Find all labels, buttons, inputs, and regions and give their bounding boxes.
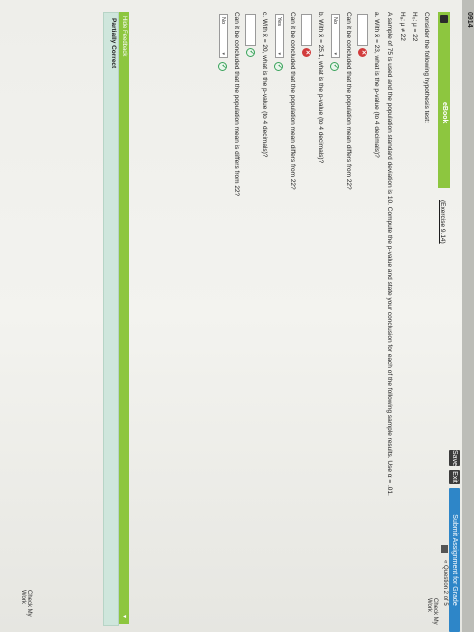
hide-feedback-label: Hide Feedback <box>121 16 127 57</box>
null-hypothesis: H₀: μ = 22 <box>411 12 418 42</box>
correct-icon: ✓ <box>246 48 255 57</box>
part-c-pvalue-input[interactable] <box>245 14 256 46</box>
submit-assignment-button[interactable]: Submit Assignment for Grade <box>449 488 460 632</box>
incorrect-icon: ✕ <box>358 48 367 57</box>
alt-hypothesis: Hₐ: μ ≠ 22 <box>399 12 406 41</box>
exercise-link[interactable]: (Exercise 9.14) <box>439 200 446 244</box>
question-nav[interactable]: « Question 2 of 5 <box>442 560 448 606</box>
screen-photo: 0914 Save Exit Submit Assignment for Gra… <box>0 0 474 632</box>
chevron-down-icon: ▾ <box>220 52 226 55</box>
save-button[interactable]: Save <box>449 450 460 466</box>
ebook-bar[interactable]: eBook <box>438 12 450 188</box>
top-bezel: 0914 <box>462 0 474 632</box>
incorrect-icon: ✕ <box>302 48 311 57</box>
chevron-down-icon: ▾ <box>332 52 338 55</box>
part-c-conclusion-value: No <box>220 17 226 25</box>
chevron-down-icon: ▾ <box>121 614 127 618</box>
correct-icon: ✓ <box>218 62 227 71</box>
part-a-pvalue-input[interactable] <box>357 14 368 46</box>
problem-setup: A sample of 75 is used and the populatio… <box>386 12 393 496</box>
part-a-conclusion-select[interactable]: No ▾ <box>331 14 340 58</box>
check-my-work-link-bottom[interactable]: Check My Work <box>20 590 32 632</box>
correct-icon: ✓ <box>274 62 283 71</box>
question-intro: Consider the following hypothesis test: <box>423 12 430 123</box>
part-b-conclusion-value: Yes <box>276 17 282 26</box>
book-icon <box>440 15 448 23</box>
part-a-conclusion-value: No <box>332 17 338 25</box>
part-c-conclusion-select[interactable]: No ▾ <box>219 14 228 58</box>
part-a-followup: Can it be concluded that the population … <box>345 12 352 190</box>
part-b-followup: Can it be concluded that the population … <box>289 12 296 190</box>
chevron-down-icon: ▾ <box>276 52 282 55</box>
exit-button[interactable]: Exit <box>449 470 460 484</box>
feedback-status: Partially Correct <box>110 18 117 69</box>
part-b-conclusion-select[interactable]: Yes ▾ <box>275 14 284 58</box>
hide-feedback-toggle[interactable]: Hide Feedback ▾ <box>119 12 129 624</box>
ebook-label: eBook <box>441 102 448 124</box>
part-c-prompt: c. With x̄ = 20, what is the p-value (to… <box>261 12 268 158</box>
correct-icon: ✓ <box>330 62 339 71</box>
part-b-prompt: b. With x̄ = 25.1, what is the p-value (… <box>317 12 324 164</box>
check-my-work-link[interactable]: Check My Work <box>426 598 438 632</box>
menu-icon[interactable] <box>441 545 448 553</box>
bezel-label: 0914 <box>466 12 473 28</box>
part-a-prompt: a. With x̄ = 23, what is the p-value (to… <box>373 12 380 158</box>
part-c-followup: Can it be concluded that the population … <box>233 12 240 197</box>
feedback-panel <box>103 12 119 626</box>
part-b-pvalue-input[interactable] <box>301 14 312 46</box>
